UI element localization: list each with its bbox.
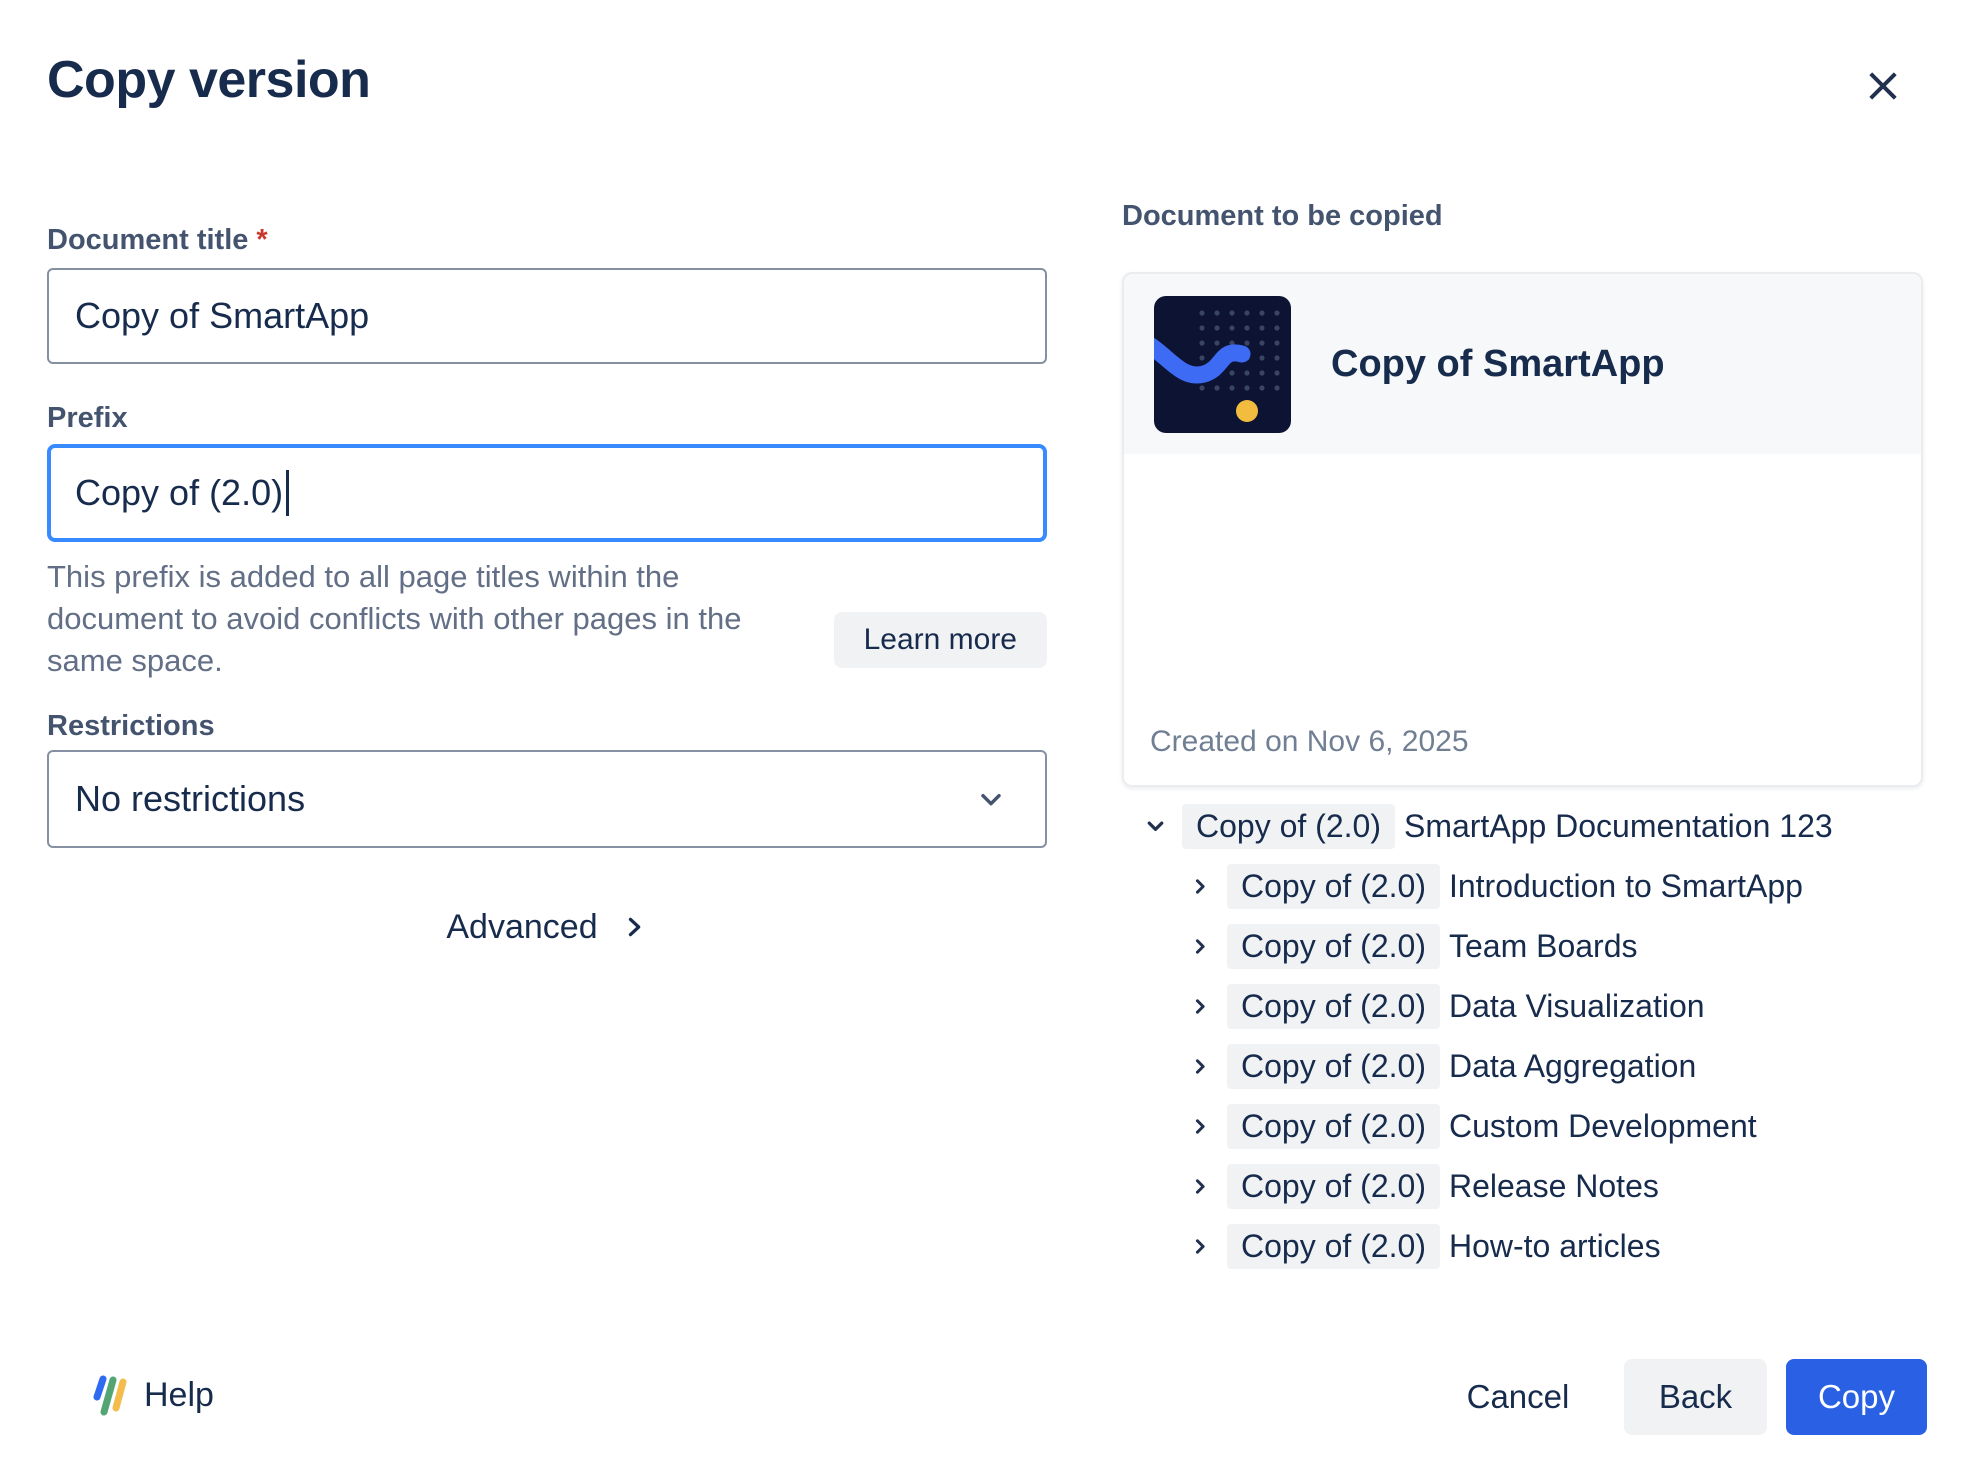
tree-item[interactable]: Copy of (2.0) Release Notes — [1188, 1165, 1923, 1207]
document-card-body: Created on Nov 6, 2025 — [1124, 454, 1921, 787]
prefix-chip: Copy of (2.0) — [1182, 804, 1395, 849]
prefix-chip: Copy of (2.0) — [1227, 1224, 1440, 1269]
prefix-label: Prefix — [47, 402, 128, 435]
document-thumbnail — [1154, 296, 1291, 433]
help-button[interactable]: Help — [86, 1372, 214, 1418]
chevron-down-icon[interactable] — [1143, 814, 1167, 838]
preview-heading: Document to be copied — [1122, 200, 1443, 233]
chevron-right-icon — [620, 913, 648, 941]
chevron-right-icon[interactable] — [1188, 1174, 1212, 1198]
chevron-right-icon[interactable] — [1188, 1114, 1212, 1138]
chevron-right-icon[interactable] — [1188, 1234, 1212, 1258]
tree-item-label: Custom Development — [1449, 1108, 1757, 1145]
tree-item-label: Introduction to SmartApp — [1449, 868, 1803, 905]
prefix-help-text: This prefix is added to all page titles … — [47, 556, 837, 682]
tree-item-root[interactable]: Copy of (2.0) SmartApp Documentation 123 — [1143, 805, 1923, 847]
prefix-chip: Copy of (2.0) — [1227, 1104, 1440, 1149]
prefix-chip: Copy of (2.0) — [1227, 984, 1440, 1029]
prefix-chip: Copy of (2.0) — [1227, 924, 1440, 969]
tree-item[interactable]: Copy of (2.0) Data Aggregation — [1188, 1045, 1923, 1087]
chevron-down-icon — [975, 783, 1007, 815]
restrictions-label: Restrictions — [47, 710, 215, 743]
prefix-chip: Copy of (2.0) — [1227, 1164, 1440, 1209]
created-date: Created on Nov 6, 2025 — [1150, 725, 1469, 759]
prefix-chip: Copy of (2.0) — [1227, 1044, 1440, 1089]
tree-item-label: Data Aggregation — [1449, 1048, 1696, 1085]
copy-button[interactable]: Copy — [1786, 1359, 1927, 1435]
help-label: Help — [144, 1376, 214, 1415]
learn-more-button[interactable]: Learn more — [834, 612, 1047, 668]
prefix-input[interactable]: Copy of (2.0) — [47, 444, 1047, 542]
tree-item[interactable]: Copy of (2.0) Introduction to SmartApp — [1188, 865, 1923, 907]
document-title-label-text: Document title — [47, 224, 248, 256]
tree-item[interactable]: Copy of (2.0) How-to articles — [1188, 1225, 1923, 1267]
document-title-value: Copy of SmartApp — [75, 295, 369, 337]
required-asterisk: * — [256, 224, 267, 256]
tree-item[interactable]: Copy of (2.0) Team Boards — [1188, 925, 1923, 967]
cancel-button[interactable]: Cancel — [1448, 1360, 1588, 1434]
document-title-label: Document title* — [47, 224, 268, 257]
restrictions-select[interactable]: No restrictions — [47, 750, 1047, 848]
tree-item-label: Release Notes — [1449, 1168, 1659, 1205]
document-title-input[interactable]: Copy of SmartApp — [47, 268, 1047, 364]
prefix-help-line: This prefix is added to all page titles … — [47, 556, 837, 598]
help-logo-icon — [86, 1372, 132, 1418]
copy-preview-panel: Document to be copied Copy of SmartApp C… — [1122, 0, 1923, 1481]
prefix-chip: Copy of (2.0) — [1227, 864, 1440, 909]
document-card-header: Copy of SmartApp — [1124, 274, 1921, 454]
prefix-help-line: same space. — [47, 640, 837, 682]
advanced-link[interactable]: Advanced — [47, 903, 1047, 951]
tree-item[interactable]: Copy of (2.0) Data Visualization — [1188, 985, 1923, 1027]
text-cursor — [286, 470, 289, 516]
tree-item-label: Team Boards — [1449, 928, 1638, 965]
advanced-label: Advanced — [446, 908, 597, 947]
tree-item-label: Data Visualization — [1449, 988, 1705, 1025]
prefix-value: Copy of (2.0) — [75, 472, 283, 514]
tree-item[interactable]: Copy of (2.0) Custom Development — [1188, 1105, 1923, 1147]
prefix-help-line: document to avoid conflicts with other p… — [47, 598, 837, 640]
document-card-title: Copy of SmartApp — [1331, 343, 1665, 386]
document-card: Copy of SmartApp Created on Nov 6, 2025 — [1122, 272, 1923, 787]
chevron-right-icon[interactable] — [1188, 1054, 1212, 1078]
page-tree: Copy of (2.0) SmartApp Documentation 123… — [1143, 805, 1923, 1285]
chevron-right-icon[interactable] — [1188, 934, 1212, 958]
tree-item-label: How-to articles — [1449, 1228, 1661, 1265]
tree-item-label: SmartApp Documentation 123 — [1404, 808, 1833, 845]
chevron-right-icon[interactable] — [1188, 874, 1212, 898]
chevron-right-icon[interactable] — [1188, 994, 1212, 1018]
back-button[interactable]: Back — [1624, 1359, 1767, 1435]
restrictions-selected-value: No restrictions — [75, 778, 305, 820]
copy-form: Document title* Copy of SmartApp Prefix … — [47, 0, 1047, 1481]
